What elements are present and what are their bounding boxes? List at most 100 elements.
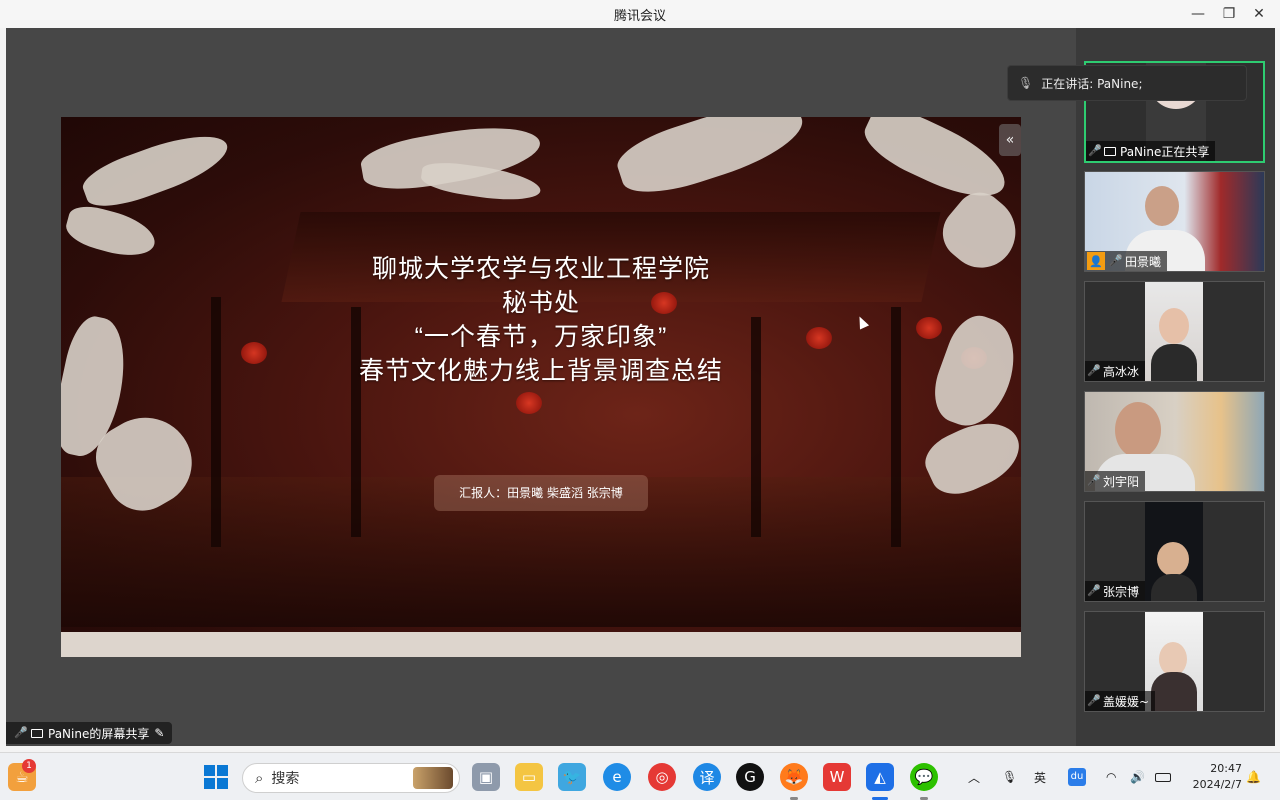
network-tray-icon[interactable]: ◠ xyxy=(1106,753,1116,800)
bird-app-icon[interactable]: 🐦 xyxy=(558,763,586,791)
ime-label: 英 xyxy=(1034,770,1047,785)
search-placeholder: 搜索 xyxy=(271,771,300,787)
lantern-decoration xyxy=(516,392,542,414)
mic-icon: 🎤 xyxy=(1088,144,1102,157)
taskbar-clock[interactable]: 20:47 2024/2/7 xyxy=(1186,761,1242,793)
microphone-tray-icon[interactable]: 🎙 xyxy=(1002,753,1017,800)
participant-nameplate: 🎤 刘宇阳 xyxy=(1085,471,1146,491)
minimize-icon: — xyxy=(1191,6,1205,22)
screen-share-badge[interactable]: 🎤 PaNine的屏幕共享 ✎ xyxy=(6,722,173,744)
slide-title-line-3: “一个春节，万家印象” xyxy=(414,323,668,351)
title-bar: 腾讯会议 — ❐ ✕ xyxy=(0,0,1280,28)
user-icon: 👤 xyxy=(1087,252,1105,270)
participant-nameplate: 🎤 高冰冰 xyxy=(1085,361,1146,381)
speaking-label: 正在讲话: PaNine; xyxy=(1041,76,1143,91)
window-title: 腾讯会议 xyxy=(613,9,666,24)
participant-tile[interactable]: 🎤 刘宇阳 xyxy=(1084,391,1265,492)
wechat-icon[interactable]: 💬 xyxy=(910,763,938,791)
task-view-icon[interactable]: ▣ xyxy=(472,763,500,791)
translate-app-icon[interactable]: 译 xyxy=(693,763,721,791)
taskbar-search[interactable]: ⌕ 搜索 xyxy=(242,763,460,793)
brush-stroke-decoration xyxy=(77,122,235,217)
clock-time: 20:47 xyxy=(1210,762,1242,775)
screen-share-icon xyxy=(31,728,43,738)
close-button[interactable]: ✕ xyxy=(1247,3,1271,25)
participant-name: 高冰冰 xyxy=(1103,364,1140,379)
participant-tile[interactable]: 🎤 高冰冰 xyxy=(1084,281,1265,382)
windows-icon xyxy=(204,765,228,789)
battery-icon xyxy=(1155,772,1171,782)
start-button[interactable] xyxy=(202,763,230,791)
avatar xyxy=(1151,574,1197,601)
close-icon: ✕ xyxy=(1253,6,1265,22)
participant-video xyxy=(1145,502,1203,601)
minimize-button[interactable]: — xyxy=(1186,3,1210,25)
screen-share-area[interactable]: 聊城大学农学与农业工程学院 秘书处 “一个春节，万家印象” 春节文化魅力线上背景… xyxy=(6,28,1074,746)
participant-name: 田景曦 xyxy=(1125,254,1162,269)
mic-muted-icon: 🎤 xyxy=(1087,364,1101,377)
ime-indicator[interactable]: 英 xyxy=(1034,753,1046,800)
share-badge-label: PaNine的屏幕共享 xyxy=(48,726,150,741)
participant-name: 张宗博 xyxy=(1103,584,1140,599)
search-icon: ⌕ xyxy=(255,769,264,787)
bell-icon: 🔔 xyxy=(1246,770,1261,784)
participant-tile[interactable]: 🎤 张宗博 xyxy=(1084,501,1265,602)
participant-nameplate: 🎤 张宗博 xyxy=(1085,581,1146,601)
notification-badge: 1 xyxy=(22,759,36,773)
file-explorer-icon[interactable]: ▭ xyxy=(515,763,543,791)
slide-title-line-1: 聊城大学农学与农业工程学院 xyxy=(371,255,710,283)
avatar xyxy=(1151,672,1197,711)
taskbar: ☕ 1 ⌕ 搜索 ▣ ▭ 🐦 e ◎ 译 G 🦊 W ◭ 💬 ︿ 🎙 英 du … xyxy=(0,752,1280,800)
volume-icon: 🔊 xyxy=(1130,770,1145,784)
baidu-icon: du xyxy=(1068,768,1086,786)
participant-video xyxy=(1145,282,1203,381)
participant-name: 盖媛媛~ xyxy=(1103,694,1150,709)
firefox-icon[interactable]: 🦊 xyxy=(780,763,808,791)
mic-muted-icon: 🎤 xyxy=(1087,694,1101,707)
restore-icon: ❐ xyxy=(1222,6,1236,22)
avatar xyxy=(1159,308,1189,344)
avatar xyxy=(1115,402,1161,458)
mic-muted-icon: 🎤 xyxy=(1087,474,1101,487)
restore-button[interactable]: ❐ xyxy=(1217,3,1241,25)
pencil-icon[interactable]: ✎ xyxy=(154,726,164,740)
slide-bottom-strip xyxy=(61,632,1021,657)
speaking-indicator: 🎙 正在讲话: PaNine; xyxy=(1007,65,1247,101)
slide-title-line-4: 春节文化魅力线上背景调查总结 xyxy=(358,357,723,385)
mic-icon: 🎤 xyxy=(14,726,28,739)
participant-tile[interactable]: 👤 🎤 田景曦 xyxy=(1084,171,1265,272)
edge-browser-icon[interactable]: e xyxy=(603,763,631,791)
participant-tile[interactable]: 🎤 盖媛媛~ xyxy=(1084,611,1265,712)
notification-center-button[interactable]: 🔔 xyxy=(1246,753,1261,800)
meeting-area: 聊城大学农学与农业工程学院 秘书处 “一个春节，万家印象” 春节文化魅力线上背景… xyxy=(6,28,1275,746)
participant-name: 刘宇阳 xyxy=(1103,474,1140,489)
avatar xyxy=(1159,642,1187,676)
wps-icon[interactable]: W xyxy=(823,763,851,791)
wifi-icon: ◠ xyxy=(1106,770,1117,784)
slide-reporter: 汇报人：田景曦 柴盛滔 张宗博 xyxy=(434,475,648,511)
participant-nameplate: 👤 🎤 田景曦 xyxy=(1085,251,1168,271)
netease-music-icon[interactable]: ◎ xyxy=(648,763,676,791)
slide-title-block: 聊城大学农学与农业工程学院 秘书处 “一个春节，万家印象” 春节文化魅力线上背景… xyxy=(61,252,1021,388)
mic-muted-icon: 🎤 xyxy=(1087,584,1101,597)
tencent-meeting-icon[interactable]: ◭ xyxy=(866,763,894,791)
collapse-panel-button[interactable]: « xyxy=(999,124,1021,156)
search-highlight-icon xyxy=(413,767,453,789)
volume-tray-icon[interactable]: 🔊 xyxy=(1130,753,1145,800)
slide-title-line-2: 秘书处 xyxy=(501,289,580,317)
show-hidden-icons-button[interactable]: ︿ xyxy=(968,753,980,800)
screen-share-icon xyxy=(1104,146,1116,156)
avatar xyxy=(1151,344,1197,381)
brush-stroke-decoration xyxy=(611,117,811,205)
double-chevron-left-icon: « xyxy=(1005,132,1015,148)
baidu-tray-icon[interactable]: du xyxy=(1068,753,1086,800)
participant-nameplate: 🎤 盖媛媛~ xyxy=(1085,691,1156,711)
participant-name: PaNine正在共享 xyxy=(1120,144,1210,159)
mic-icon: 🎙 xyxy=(1018,76,1034,90)
mic-icon: 🎤 xyxy=(1109,254,1123,267)
microphone-icon: 🎙 xyxy=(1002,770,1018,784)
g-app-icon[interactable]: G xyxy=(736,763,764,791)
battery-tray-icon[interactable] xyxy=(1155,753,1171,800)
shared-slide: 聊城大学农学与农业工程学院 秘书处 “一个春节，万家印象” 春节文化魅力线上背景… xyxy=(61,117,1021,657)
avatar xyxy=(1145,186,1179,226)
